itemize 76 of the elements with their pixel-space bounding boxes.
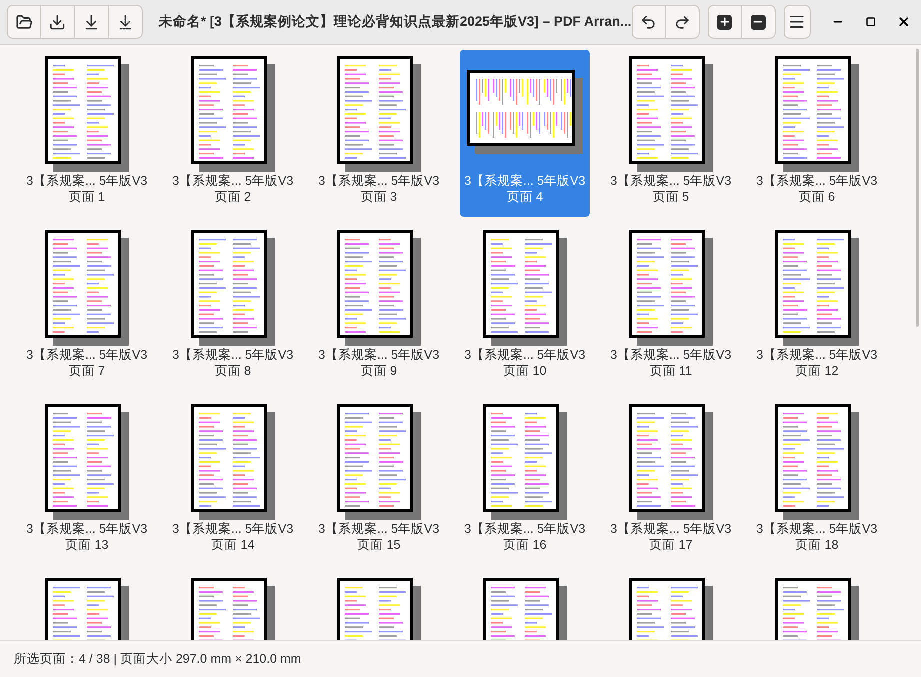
zoom-in-button[interactable] — [708, 5, 742, 39]
window-title: 未命名* [3【系规案例论文】理论必背知识点最新2025年版V3] – PDF Arran... — [159, 12, 632, 31]
page-item[interactable]: 3【系规案... 5年版V3 页面 4 — [460, 50, 590, 217]
page-label: 页面 3 — [360, 189, 398, 205]
page-label: 3【系规案... 5年版V3 — [172, 521, 294, 537]
page-item[interactable]: 3【系规案... 5年版V3 页面 17 — [606, 398, 736, 565]
page-item[interactable]: 3【系规案... 5年版V3 页面 2 — [168, 50, 298, 217]
zoom-out-button[interactable] — [742, 5, 776, 39]
page-item[interactable]: 3【系规案... 5年版V3 页面 5 — [606, 50, 736, 217]
page-label: 页面 16 — [503, 537, 547, 553]
plus-icon — [717, 14, 732, 30]
page-label: 3【系规案... 5年版V3 — [26, 521, 148, 537]
page-label: 3【系规案... 5年版V3 — [464, 521, 586, 537]
page-item[interactable]: 3【系规案... 5年版V3 页面 3 — [314, 50, 444, 217]
page-label: 3【系规案... 5年版V3 — [756, 347, 878, 363]
page-item[interactable]: 3【系规案... 5年版V3 页面 6 — [752, 50, 882, 217]
open-button[interactable] — [7, 5, 41, 39]
page-label: 3【系规案... 5年版V3 — [610, 521, 732, 537]
page-label: 页面 12 — [795, 363, 839, 379]
redo-icon — [674, 14, 691, 30]
import-icon — [49, 14, 66, 30]
download-icon — [83, 14, 100, 30]
page-label: 页面 5 — [652, 189, 690, 205]
page-label: 页面 1 — [68, 189, 106, 205]
page-label: 页面 17 — [649, 537, 693, 553]
page-label: 页面 7 — [68, 363, 106, 379]
page-label: 页面 15 — [357, 537, 401, 553]
menu-icon — [788, 13, 806, 31]
page-item[interactable]: 3【系规案... 5年版V3 页面 1 — [22, 50, 152, 217]
page-item[interactable]: 3【系规案... 5年版V3 页面 8 — [168, 224, 298, 391]
page-label: 3【系规案... 5年版V3 — [756, 521, 878, 537]
page-label: 页面 10 — [503, 363, 547, 379]
page-label: 3【系规案... 5年版V3 — [318, 521, 440, 537]
page-item[interactable]: 3【系规案... 5年版V3 页面 10 — [460, 224, 590, 391]
page-label: 3【系规案... 5年版V3 — [610, 347, 732, 363]
page-label: 3【系规案... 5年版V3 — [756, 173, 878, 189]
page-label: 页面 9 — [360, 363, 398, 379]
page-label: 页面 13 — [65, 537, 109, 553]
page-item[interactable]: 3【系规案... 5年版V3 页面 14 — [168, 398, 298, 565]
page-label: 页面 2 — [214, 189, 252, 205]
page-label: 3【系规案... 5年版V3 — [318, 173, 440, 189]
page-item[interactable]: 3【系规案... 5年版V3 页面 15 — [314, 398, 444, 565]
page-item[interactable]: 3【系规案... 5年版V3 页面 18 — [752, 398, 882, 565]
import-button[interactable] — [41, 5, 75, 39]
page-label: 3【系规案... 5年版V3 — [464, 347, 586, 363]
page-label: 页面 14 — [211, 537, 255, 553]
status-text: 所选页面：4 / 38 | 页面大小 297.0 mm × 210.0 mm — [14, 650, 302, 668]
page-label: 3【系规案... 5年版V3 — [318, 347, 440, 363]
page-item[interactable]: 3【系规案... 5年版V3 页面 11 — [606, 224, 736, 391]
page-item[interactable]: 3【系规案... 5年版V3 页面 13 — [22, 398, 152, 565]
page-label: 页面 4 — [506, 189, 544, 205]
page-label: 页面 6 — [798, 189, 836, 205]
save-as-button[interactable] — [109, 5, 143, 39]
download-icon — [117, 14, 134, 30]
page-label: 3【系规案... 5年版V3 — [172, 347, 294, 363]
undo-button[interactable] — [632, 5, 666, 39]
page-label: 3【系规案... 5年版V3 — [26, 173, 148, 189]
save-button[interactable] — [75, 5, 109, 39]
page-label: 3【系规案... 5年版V3 — [172, 173, 294, 189]
page-item[interactable]: 3【系规案... 5年版V3 页面 16 — [460, 398, 590, 565]
page-item[interactable]: 3【系规案... 5年版V3 页面 12 — [752, 224, 882, 391]
page-item[interactable]: 3【系规案... 5年版V3 页面 7 — [22, 224, 152, 391]
undo-icon — [640, 14, 658, 30]
close-icon — [896, 15, 911, 29]
menu-button[interactable] — [784, 5, 812, 39]
page-label: 页面 18 — [795, 537, 839, 553]
maximize-icon — [866, 17, 876, 27]
folder-icon — [16, 14, 32, 30]
page-label: 3【系规案... 5年版V3 — [464, 173, 586, 189]
page-label: 页面 8 — [214, 363, 252, 379]
page-label: 页面 11 — [650, 363, 692, 379]
redo-button[interactable] — [666, 5, 700, 39]
page-label: 3【系规案... 5年版V3 — [610, 173, 732, 189]
page-item[interactable]: 3【系规案... 5年版V3 页面 9 — [314, 224, 444, 391]
minus-icon — [750, 14, 766, 30]
page-label: 3【系规案... 5年版V3 — [26, 347, 148, 363]
